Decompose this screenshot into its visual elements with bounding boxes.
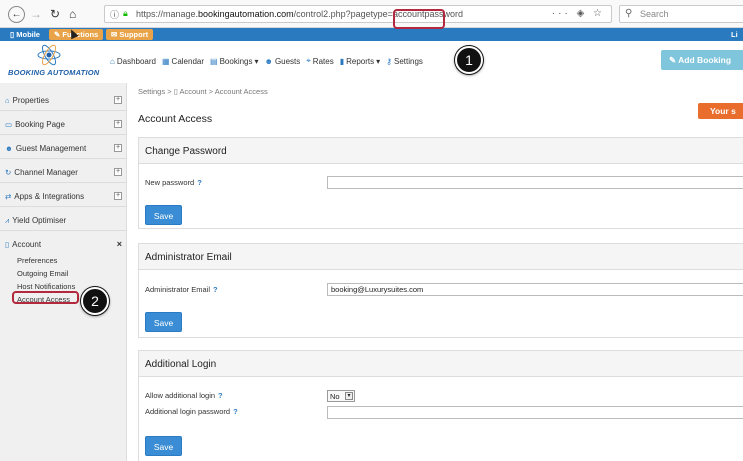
page-actions-icon[interactable]: ··· ◈ ☆ <box>552 8 605 19</box>
new-password-field[interactable] <box>327 176 743 189</box>
help-icon[interactable]: ? <box>218 391 223 400</box>
page-title: Account Access <box>138 113 213 125</box>
top-utility-bar: ▯ Mobile ✎ Functions ✉ Support Li <box>0 28 743 41</box>
additional-password-label: Additional login password? <box>145 407 238 416</box>
sidebar-item-guest-management[interactable]: ☻ Guest Management + <box>0 135 126 159</box>
sidebar-subitem-host-notifications[interactable]: Host Notifications <box>17 282 75 291</box>
sidebar-subitem-outgoing-email[interactable]: Outgoing Email <box>17 269 68 278</box>
chat-icon: ✉ <box>111 30 118 39</box>
expand-icon[interactable]: + <box>114 120 122 128</box>
admin-email-panel: Administrator Email Administrator Email?… <box>138 243 743 338</box>
sidebar-item-account[interactable]: ▯ Account × <box>0 231 126 255</box>
search-input[interactable]: ⚲ Search <box>619 5 743 23</box>
address-bar[interactable]: ⓘ 🔒︎ https://manage.bookingautomation.co… <box>104 5 612 23</box>
sidebar-item-yield-optimiser[interactable]: ⩘ Yield Optimiser <box>0 207 126 231</box>
account-access-highlight <box>12 291 79 304</box>
expand-icon[interactable]: + <box>114 96 122 104</box>
exchange-icon: ⇄ <box>5 192 12 201</box>
settings-active-indicator <box>394 37 440 39</box>
chevron-down-icon: ▾ <box>254 56 259 66</box>
additional-password-field[interactable] <box>327 406 743 419</box>
save-password-button[interactable]: Save <box>145 205 182 225</box>
guests-icon: ☻ <box>264 56 273 66</box>
help-icon[interactable]: ? <box>197 178 202 187</box>
lock-icon: 🔒︎ <box>123 8 128 18</box>
monitor-icon: ▭ <box>5 120 13 129</box>
sidebar-item-apps-integrations[interactable]: ⇄ Apps & Integrations + <box>0 183 126 207</box>
allow-login-label: Allow additional login? <box>145 391 223 400</box>
refresh-icon: ↻ <box>5 168 12 177</box>
sidebar-subitem-preferences[interactable]: Preferences <box>17 256 57 265</box>
nav-settings[interactable]: ⚷ Settings <box>386 57 423 66</box>
orange-action-button[interactable]: Your s <box>698 103 743 119</box>
nav-dashboard[interactable]: ⌂ Dashboard <box>110 57 156 66</box>
new-password-label: New password? <box>145 178 202 187</box>
sidebar: ⌂ Properties + ▭ Booking Page + ☻ Guest Manag… <box>0 83 127 461</box>
help-icon[interactable]: ? <box>233 407 238 416</box>
sidebar-item-channel-manager[interactable]: ↻ Channel Manager + <box>0 159 126 183</box>
home-icon[interactable]: ⌂ <box>69 7 76 21</box>
step-callout-1: 1 <box>455 46 483 74</box>
close-icon[interactable]: × <box>117 239 122 249</box>
search-icon: ⚲ <box>625 8 633 19</box>
nav-bookings[interactable]: ▤ Bookings ▾ <box>210 57 259 66</box>
step-callout-2: 2 <box>81 287 109 315</box>
top-right-link[interactable]: Li <box>731 30 738 39</box>
pencil-icon: ✎ <box>669 55 677 65</box>
app-header: BOOKING AUTOMATION ⌂ Dashboard ▦ Calendar … <box>0 41 743 81</box>
document-icon: ▯ <box>5 240 10 249</box>
support-button[interactable]: ✉ Support <box>106 29 154 40</box>
help-icon[interactable]: ? <box>213 285 218 294</box>
chevron-down-icon: ▾ <box>345 392 353 400</box>
info-icon[interactable]: ⓘ <box>110 8 119 21</box>
nav-guests[interactable]: ☻ Guests <box>265 57 301 66</box>
save-email-button[interactable]: Save <box>145 312 182 332</box>
panel-title: Change Password <box>139 138 743 164</box>
expand-icon[interactable]: + <box>114 144 122 152</box>
allow-login-select[interactable]: No ▾ <box>327 390 355 402</box>
panel-title: Administrator Email <box>139 244 743 270</box>
admin-email-field[interactable]: booking@Luxurysuites.com <box>327 283 743 296</box>
home-icon: ⌂ <box>5 96 10 105</box>
expand-icon[interactable]: + <box>114 192 122 200</box>
mobile-link[interactable]: ▯ Mobile <box>10 30 40 39</box>
reload-icon[interactable]: ↻ <box>50 7 60 21</box>
settings-highlight <box>393 9 445 29</box>
expand-icon[interactable]: + <box>114 168 122 176</box>
document-icon: ▯ <box>173 87 178 96</box>
wrench-icon: ✎ <box>54 30 61 39</box>
logo-text: BOOKING AUTOMATION <box>8 68 100 77</box>
sidebar-item-properties[interactable]: ⌂ Properties + <box>0 87 126 111</box>
breadcrumb-account-access: Account Access <box>214 87 268 96</box>
guests-icon: ☻ <box>5 144 13 153</box>
forward-arrow-icon[interactable]: → <box>30 7 42 21</box>
chart-icon: ⩘ <box>5 216 10 225</box>
change-password-panel: Change Password New password? Save <box>138 137 743 229</box>
search-placeholder: Search <box>640 9 669 19</box>
chevron-down-icon: ▾ <box>376 56 381 66</box>
key-icon: ⚷ <box>386 56 392 66</box>
breadcrumb: Settings > ▯ Account > Account Access <box>138 87 268 96</box>
mobile-icon: ▯ <box>10 30 15 39</box>
sidebar-item-booking-page[interactable]: ▭ Booking Page + <box>0 111 126 135</box>
admin-email-label: Administrator Email? <box>145 285 218 294</box>
breadcrumb-account[interactable]: Account <box>180 87 207 96</box>
additional-login-panel: Additional Login Allow additional login?… <box>138 350 743 461</box>
back-arrow-icon[interactable]: ← <box>8 6 25 23</box>
nav-calendar[interactable]: ▦ Calendar <box>162 57 204 66</box>
panel-title: Additional Login <box>139 351 743 377</box>
breadcrumb-settings[interactable]: Settings <box>138 87 165 96</box>
add-booking-button[interactable]: ✎ Add Booking <box>661 50 743 70</box>
bookings-icon: ▤ <box>210 56 218 66</box>
calendar-icon: ▦ <box>161 56 170 66</box>
nav-rates[interactable]: ⌖ Rates <box>306 56 333 66</box>
reports-icon: ▮ <box>339 56 345 66</box>
browser-toolbar: ← → ↻ ⌂ ⓘ 🔒︎ https://manage.bookingautom… <box>0 0 743 28</box>
logo-atom-icon <box>37 44 61 66</box>
rates-icon: ⌖ <box>306 56 311 65</box>
main-nav: ⌂ Dashboard ▦ Calendar ▤ Bookings ▾ ☻ Guests … <box>110 56 423 66</box>
nav-reports[interactable]: ▮ Reports ▾ <box>340 57 380 66</box>
dashboard-icon: ⌂ <box>110 56 115 66</box>
save-login-button[interactable]: Save <box>145 436 182 456</box>
